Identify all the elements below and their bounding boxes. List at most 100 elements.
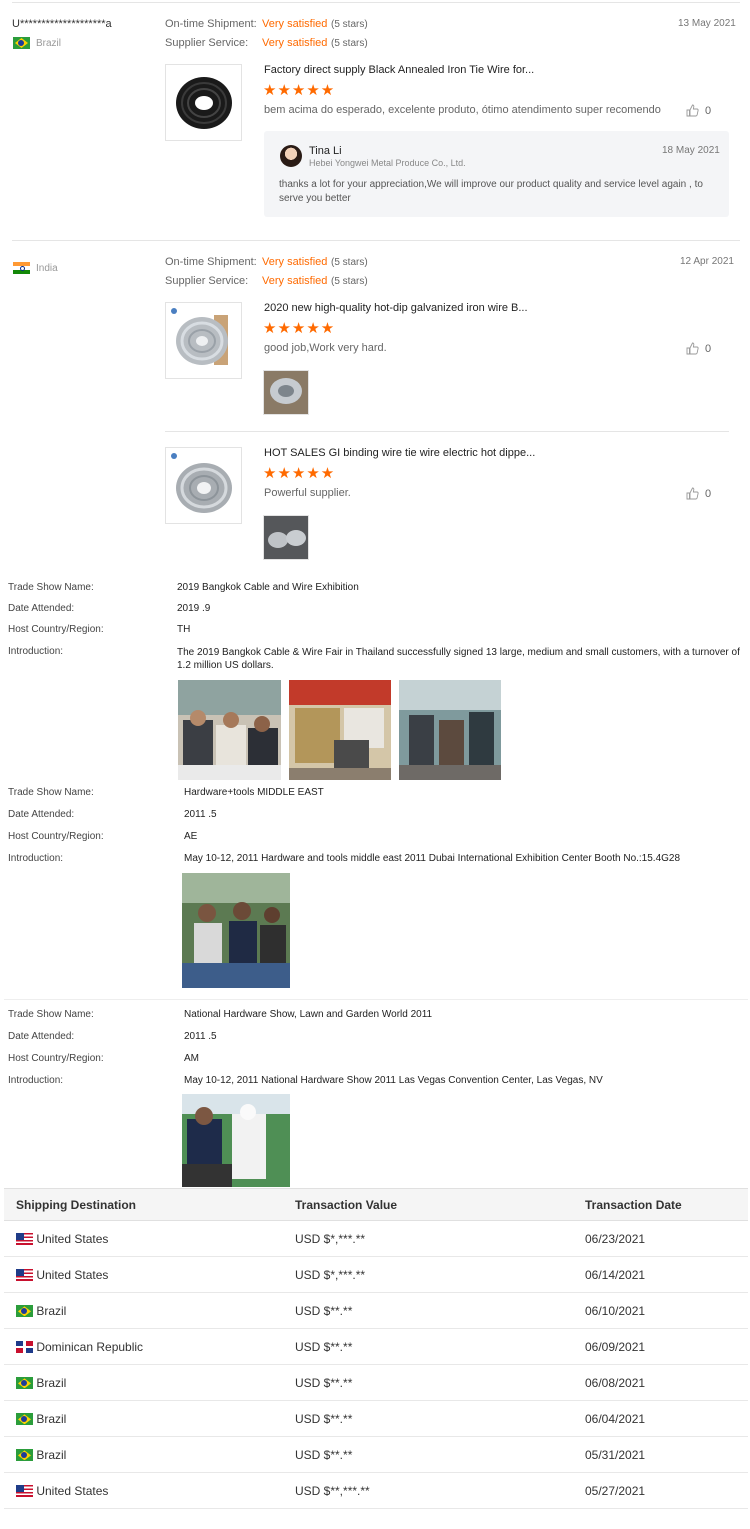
destination-country: United States bbox=[36, 1483, 109, 1498]
shipment-value: Very satisfied bbox=[262, 18, 328, 30]
introduction-text: May 10-12, 2011 National Hardware Show 2… bbox=[184, 1075, 603, 1086]
service-label: Supplier Service: bbox=[165, 275, 249, 287]
review-date: 13 May 2021 bbox=[678, 18, 736, 29]
rating-stars: ★★★★★ bbox=[263, 465, 336, 482]
like-button[interactable]: 0 bbox=[686, 104, 711, 117]
destination-cell: Brazil bbox=[4, 1436, 295, 1473]
shipment-label: On-time Shipment: bbox=[165, 256, 257, 268]
table-row: United States USD $**,***.** 05/27/2021 bbox=[4, 1472, 748, 1509]
transaction-date: 06/23/2021 bbox=[585, 1220, 748, 1257]
host-country: AM bbox=[184, 1053, 199, 1064]
trade-show-photo[interactable] bbox=[399, 680, 501, 780]
dominican-republic-flag-icon bbox=[16, 1341, 33, 1354]
service-label: Supplier Service: bbox=[165, 37, 249, 49]
date-attended-label: Date Attended: bbox=[8, 603, 75, 614]
trade-show-name: National Hardware Show, Lawn and Garden … bbox=[184, 1009, 433, 1020]
thumbs-up-icon bbox=[686, 487, 699, 500]
host-country: AE bbox=[184, 831, 198, 842]
review-text: Powerful supplier. bbox=[264, 487, 351, 499]
transaction-date: 05/31/2021 bbox=[585, 1436, 748, 1473]
trade-show-photo[interactable] bbox=[289, 680, 391, 780]
like-count: 0 bbox=[705, 487, 712, 500]
column-header: Transaction Value bbox=[295, 1188, 585, 1221]
column-header: Transaction Date bbox=[585, 1188, 748, 1221]
date-attended: 2011 .5 bbox=[184, 809, 217, 820]
product-title-link[interactable]: HOT SALES GI binding wire tie wire elect… bbox=[264, 447, 535, 459]
india-flag-icon bbox=[13, 262, 30, 274]
like-button[interactable]: 0 bbox=[686, 342, 711, 355]
shipment-stars: (5 stars) bbox=[331, 257, 368, 268]
date-attended: 2019 .9 bbox=[177, 603, 211, 614]
destination-cell: Brazil bbox=[4, 1292, 295, 1329]
service-value: Very satisfied bbox=[262, 275, 328, 287]
date-attended-label: Date Attended: bbox=[8, 1031, 75, 1042]
destination-country: Brazil bbox=[36, 1303, 67, 1318]
review-text: bem acima do esperado, excelente produto… bbox=[264, 104, 661, 116]
brazil-flag-icon bbox=[16, 1413, 33, 1426]
transaction-value: USD $**.** bbox=[295, 1292, 585, 1329]
transaction-value: USD $**.** bbox=[295, 1400, 585, 1437]
trade-show-photo[interactable] bbox=[182, 873, 290, 988]
transaction-date: 06/10/2021 bbox=[585, 1292, 748, 1329]
transaction-date: 06/14/2021 bbox=[585, 1256, 748, 1293]
host-country: TH bbox=[177, 624, 191, 635]
column-header: Shipping Destination bbox=[4, 1188, 295, 1221]
transaction-value: USD $*,***.** bbox=[295, 1220, 585, 1257]
like-button[interactable]: 0 bbox=[686, 487, 711, 500]
trade-show-photo[interactable] bbox=[182, 1094, 290, 1187]
trade-show-photo[interactable] bbox=[178, 680, 281, 780]
table-header-row: Shipping Destination Transaction Value T… bbox=[4, 1188, 748, 1221]
destination-country: Brazil bbox=[36, 1447, 67, 1462]
table-row: United States USD $*,***.** 06/14/2021 bbox=[4, 1256, 748, 1293]
brazil-flag-icon bbox=[13, 37, 30, 49]
shipment-value: Very satisfied bbox=[262, 256, 328, 268]
country-label: India bbox=[36, 262, 58, 274]
transaction-value: USD $**.** bbox=[295, 1328, 585, 1365]
reply-name: Tina Li bbox=[309, 145, 342, 157]
transaction-value: USD $**,***.** bbox=[295, 1472, 585, 1509]
transaction-date: 05/27/2021 bbox=[585, 1472, 748, 1509]
date-attended: 2011 .5 bbox=[184, 1031, 217, 1042]
product-title-link[interactable]: 2020 new high-quality hot-dip galvanized… bbox=[264, 302, 528, 314]
thumbs-up-icon bbox=[686, 104, 699, 117]
product-image-gi-binding-wire[interactable] bbox=[165, 447, 242, 524]
trade-show-name-label: Trade Show Name: bbox=[8, 787, 94, 798]
destination-country: Dominican Republic bbox=[36, 1339, 144, 1354]
rating-stars: ★★★★★ bbox=[263, 320, 336, 337]
supplier-avatar bbox=[280, 145, 302, 167]
transaction-value: USD $**.** bbox=[295, 1436, 585, 1473]
reply-text: thanks a lot for your appreciation,We wi… bbox=[279, 179, 703, 204]
table-row: Brazil USD $**.** 06/08/2021 bbox=[4, 1364, 748, 1401]
trade-show-name: 2019 Bangkok Cable and Wire Exhibition bbox=[177, 582, 359, 593]
destination-cell: United States bbox=[4, 1256, 295, 1293]
usa-flag-icon bbox=[16, 1485, 33, 1498]
review-photo[interactable] bbox=[263, 370, 309, 415]
reviewer-country: Brazil bbox=[13, 37, 61, 49]
introduction-text: May 10-12, 2011 Hardware and tools middl… bbox=[184, 853, 681, 864]
destination-country: Brazil bbox=[36, 1411, 67, 1426]
destination-cell: United States bbox=[4, 1472, 295, 1509]
transaction-date: 06/04/2021 bbox=[585, 1400, 748, 1437]
host-country-label: Host Country/Region: bbox=[8, 1053, 104, 1064]
trade-show-name-label: Trade Show Name: bbox=[8, 582, 94, 593]
review-text: good job,Work very hard. bbox=[264, 342, 387, 354]
service-stars: (5 stars) bbox=[331, 38, 368, 49]
thumbs-up-icon bbox=[686, 342, 699, 355]
reviewer-country: India bbox=[13, 262, 58, 274]
table-row: Brazil USD $**.** 06/04/2021 bbox=[4, 1400, 748, 1437]
table-row: Brazil USD $**.** 05/31/2021 bbox=[4, 1436, 748, 1473]
product-image-galvanized-wire[interactable] bbox=[165, 302, 242, 379]
country-label: Brazil bbox=[36, 37, 62, 49]
trade-show-name-label: Trade Show Name: bbox=[8, 1009, 94, 1020]
host-country-label: Host Country/Region: bbox=[8, 831, 104, 842]
destination-cell: Brazil bbox=[4, 1400, 295, 1437]
table-row: United States USD $*,***.** 06/23/2021 bbox=[4, 1220, 748, 1257]
product-title-link[interactable]: Factory direct supply Black Annealed Iro… bbox=[264, 64, 534, 76]
destination-country: United States bbox=[36, 1267, 109, 1282]
trade-show-name: Hardware+tools MIDDLE EAST bbox=[184, 787, 324, 798]
transaction-value: USD $**.** bbox=[295, 1364, 585, 1401]
review-photo[interactable] bbox=[263, 515, 309, 560]
transaction-date: 06/09/2021 bbox=[585, 1328, 748, 1365]
like-count: 0 bbox=[705, 342, 712, 355]
product-image-black-wire[interactable] bbox=[165, 64, 242, 141]
